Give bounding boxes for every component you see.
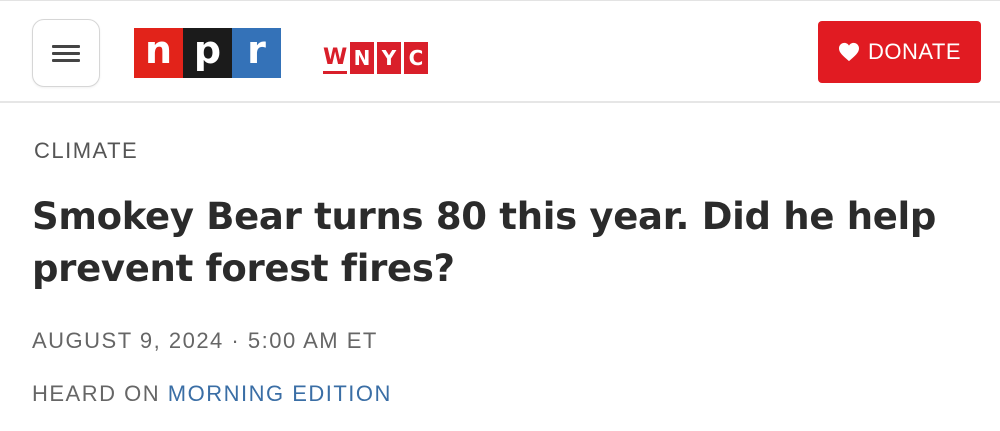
article-date: AUGUST 9, 2024	[32, 328, 224, 353]
npr-logo-letter-n: n	[134, 28, 183, 78]
article-dateline: AUGUST 9, 2024 · 5:00 AM ET	[32, 328, 378, 354]
article-time: 5:00 AM ET	[247, 328, 378, 353]
donate-button[interactable]: DONATE	[818, 21, 981, 83]
npr-logo[interactable]: n p r	[134, 28, 281, 78]
menu-button[interactable]	[32, 19, 100, 87]
heart-icon	[838, 42, 859, 62]
article-page: n p r W N Y C DONATE CLIMATE Smokey Bear…	[0, 0, 1000, 431]
wnyc-logo-letter-n: N	[350, 42, 374, 74]
wnyc-logo-letter-w: W	[323, 45, 347, 74]
heard-on-line: HEARD ON MORNING EDITION	[32, 381, 392, 407]
article-headline: Smokey Bear turns 80 this year. Did he h…	[32, 195, 937, 290]
section-label-climate[interactable]: CLIMATE	[34, 138, 138, 164]
wnyc-logo[interactable]: W N Y C	[323, 38, 431, 74]
hamburger-menu-icon	[52, 43, 80, 63]
program-link-morning-edition[interactable]: MORNING EDITION	[168, 381, 392, 406]
site-header: n p r W N Y C DONATE	[0, 0, 1000, 103]
donate-label: DONATE	[867, 39, 962, 64]
wnyc-logo-letter-y: Y	[377, 42, 401, 74]
dateline-separator: ·	[231, 328, 241, 353]
wnyc-logo-letter-c: C	[404, 42, 428, 74]
npr-logo-letter-r: r	[232, 28, 281, 78]
npr-logo-letter-p: p	[183, 28, 232, 78]
heard-on-label: HEARD ON	[32, 381, 161, 406]
